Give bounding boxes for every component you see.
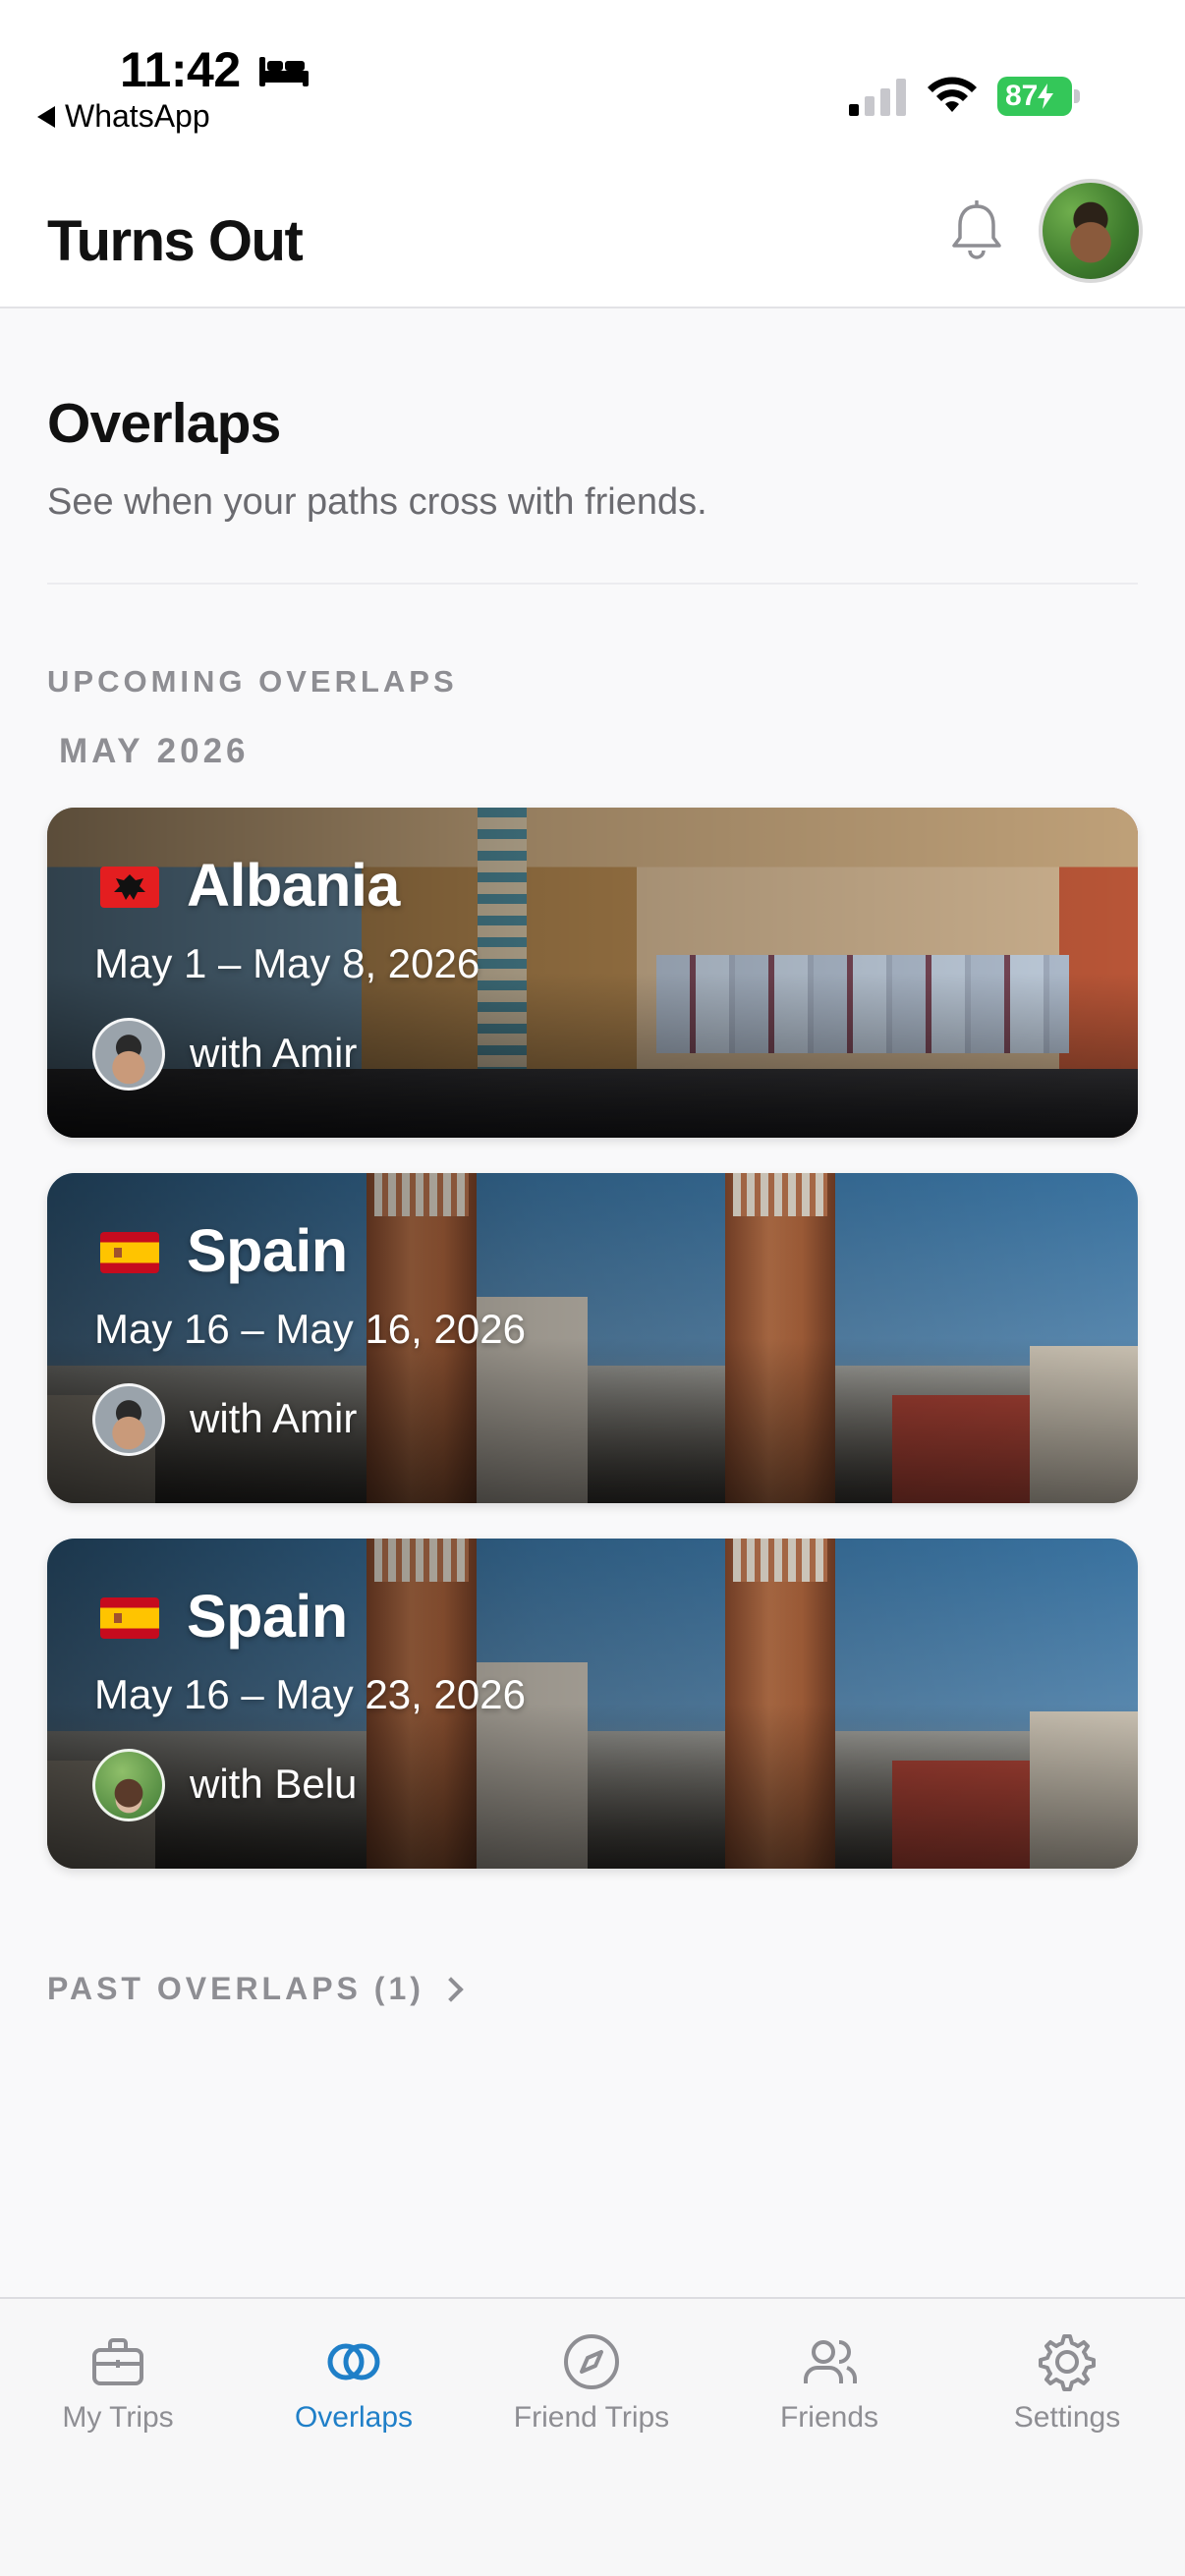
tab-overlaps[interactable]: Overlaps <box>236 2330 472 2435</box>
card-with-friend: with Amir <box>190 1395 358 1441</box>
card-with-friend: with Belu <box>190 1761 358 1807</box>
month-label: MAY 2026 <box>59 732 250 770</box>
friend-avatar <box>92 1749 165 1821</box>
friend-avatar <box>92 1018 165 1091</box>
tab-label: Settings <box>1013 2401 1121 2434</box>
card-dates: May 1 – May 8, 2026 <box>94 940 480 986</box>
cellular-signal-icon <box>849 79 906 116</box>
status-time: 11:42 <box>120 42 241 97</box>
people-icon <box>804 2340 857 2383</box>
past-overlaps-toggle[interactable]: PAST OVERLAPS (1) <box>47 1971 464 2007</box>
tab-friends[interactable]: Friends <box>711 2330 947 2435</box>
briefcase-icon <box>92 2338 143 2385</box>
card-country: Albania <box>187 852 400 919</box>
page-subtitle: See when your paths cross with friends. <box>47 481 707 523</box>
card-with-friend: with Amir <box>190 1030 358 1076</box>
spain-flag-icon <box>100 1597 159 1639</box>
status-bar: 11:42 WhatsApp 87 <box>0 0 1185 167</box>
profile-avatar[interactable] <box>1039 179 1143 283</box>
page-title: Overlaps <box>47 392 281 455</box>
upcoming-overlaps-label: UPCOMING OVERLAPS <box>47 664 458 699</box>
spain-flag-icon <box>100 1232 159 1273</box>
tab-settings[interactable]: Settings <box>949 2330 1185 2435</box>
card-country: Spain <box>187 1583 348 1650</box>
app-screen: 11:42 WhatsApp 87 Turns Out Overlaps See… <box>0 0 1185 2576</box>
overlap-card[interactable]: Albania May 1 – May 8, 2026 with Amir <box>47 808 1138 1138</box>
card-country: Spain <box>187 1217 348 1284</box>
tab-label: Friends <box>779 2401 879 2434</box>
friend-avatar <box>92 1383 165 1456</box>
chevron-right-icon <box>438 1976 464 2002</box>
battery-level: 87 <box>1005 80 1039 112</box>
card-dates: May 16 – May 16, 2026 <box>94 1306 526 1352</box>
tab-my-trips[interactable]: My Trips <box>0 2330 236 2435</box>
divider <box>47 583 1138 585</box>
tab-label: My Trips <box>62 2401 174 2434</box>
battery-indicator: 87 <box>997 77 1080 116</box>
overlap-card[interactable]: Spain May 16 – May 23, 2026 with Belu <box>47 1539 1138 1869</box>
tab-label: Friend Trips <box>513 2401 670 2434</box>
app-title: Turns Out <box>47 209 304 273</box>
compass-icon <box>564 2334 619 2389</box>
albania-flag-icon <box>100 867 159 908</box>
overlap-rings-icon <box>327 2343 380 2380</box>
past-overlaps-label: PAST OVERLAPS (1) <box>47 1971 424 2006</box>
back-to-app-link[interactable]: WhatsApp <box>37 98 210 135</box>
bed-icon <box>259 57 309 86</box>
back-app-label: WhatsApp <box>65 98 210 134</box>
wifi-icon <box>928 77 977 112</box>
overlap-card[interactable]: Spain May 16 – May 16, 2026 with Amir <box>47 1173 1138 1503</box>
gear-icon <box>1039 2334 1096 2391</box>
tab-bar: My Trips Overlaps Friend Trips Friends S… <box>0 2297 1185 2576</box>
tab-label: Overlaps <box>294 2401 414 2434</box>
app-header: Turns Out <box>0 167 1185 308</box>
back-arrow-icon <box>37 105 55 128</box>
tab-friend-trips[interactable]: Friend Trips <box>474 2330 709 2435</box>
notification-bell-icon[interactable] <box>949 200 1004 261</box>
charging-bolt-icon <box>1038 84 1054 109</box>
card-dates: May 16 – May 23, 2026 <box>94 1671 526 1717</box>
